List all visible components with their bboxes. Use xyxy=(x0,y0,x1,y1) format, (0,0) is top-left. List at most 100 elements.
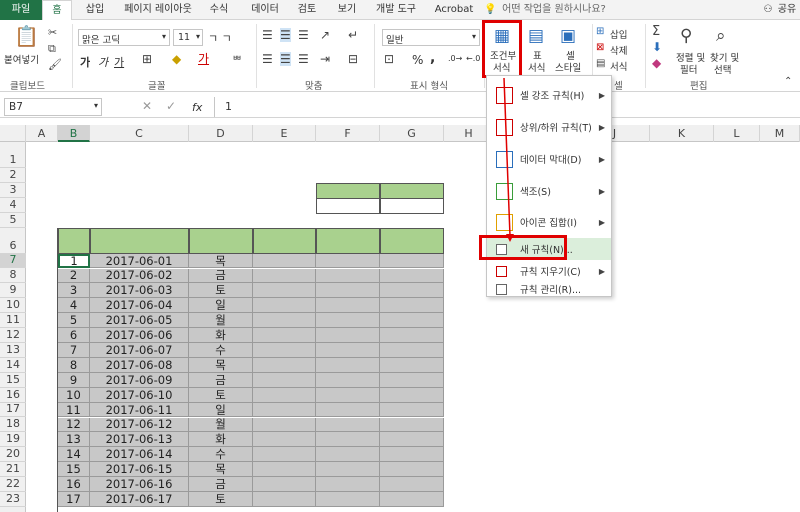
table-cell[interactable] xyxy=(253,283,316,299)
align-center-icon[interactable]: ☰ xyxy=(280,52,291,66)
border-icon[interactable]: ⊞ xyxy=(142,52,152,66)
table-cell[interactable] xyxy=(380,462,444,478)
table-cell[interactable] xyxy=(380,268,444,284)
grow-font-button[interactable]: ㄱ ㄱ xyxy=(208,30,232,46)
tab-file[interactable]: 파일 xyxy=(0,0,42,20)
table-cell[interactable]: 월 xyxy=(189,313,253,329)
table-cell[interactable] xyxy=(253,253,316,269)
fill-icon[interactable]: ⬇ xyxy=(652,40,662,54)
conditional-formatting-button[interactable] xyxy=(482,20,522,78)
table-cell[interactable] xyxy=(316,372,380,388)
table-cell[interactable] xyxy=(380,417,444,433)
table-cell[interactable]: 2 xyxy=(58,268,90,284)
table-cell[interactable]: 13 xyxy=(58,432,90,448)
row-header-17[interactable]: 17 xyxy=(0,402,26,418)
tab-acrobat[interactable]: Acrobat xyxy=(430,0,478,20)
bold-button[interactable]: 가 xyxy=(80,54,90,70)
table-cell[interactable] xyxy=(380,387,444,403)
column-header-g[interactable]: G xyxy=(380,125,444,142)
share-button[interactable]: 공유 xyxy=(776,0,798,20)
table-cell[interactable] xyxy=(316,253,380,269)
delete-cells-button[interactable]: 삭제 xyxy=(610,43,627,57)
tab-home[interactable]: 홈 xyxy=(42,0,72,21)
row-header-6[interactable]: 6 xyxy=(0,228,26,254)
row-header-18[interactable]: 18 xyxy=(0,417,26,433)
column-header-b[interactable]: B xyxy=(58,125,90,142)
currency-icon[interactable]: ⊡ xyxy=(384,52,394,66)
table-cell[interactable] xyxy=(380,343,444,358)
row-header-5[interactable]: 5 xyxy=(0,213,26,228)
table-cell[interactable] xyxy=(380,477,444,492)
align-bottom-icon[interactable]: ☰ xyxy=(298,28,309,42)
table-cell[interactable]: 8 xyxy=(58,358,90,373)
tell-me-search[interactable]: 어떤 작업을 원하시나요? xyxy=(498,0,610,20)
table-cell[interactable]: 2017-06-08 xyxy=(90,358,189,373)
collapse-ribbon-icon[interactable]: ⌃ xyxy=(784,76,792,87)
comma-button[interactable]: , xyxy=(430,50,435,66)
table-cell[interactable] xyxy=(253,343,316,358)
cut-icon[interactable]: ✂ xyxy=(48,26,57,39)
row-header-11[interactable]: 11 xyxy=(0,313,26,329)
table-cell[interactable] xyxy=(316,402,380,418)
table-cell[interactable] xyxy=(380,253,444,269)
tab-view[interactable]: 보기 xyxy=(332,0,362,20)
table-cell[interactable] xyxy=(316,477,380,492)
table-cell[interactable] xyxy=(380,492,444,507)
column-header-c[interactable]: C xyxy=(90,125,189,142)
table-cell[interactable] xyxy=(380,432,444,448)
row-header-4[interactable]: 4 xyxy=(0,198,26,213)
table-cell[interactable] xyxy=(380,402,444,418)
table-cell[interactable] xyxy=(316,462,380,478)
table-cell[interactable]: 2017-06-10 xyxy=(90,388,189,403)
table-cell[interactable] xyxy=(253,447,316,463)
column-header-a[interactable]: A xyxy=(26,125,58,142)
cancel-entry-icon[interactable]: ✕ xyxy=(142,99,152,113)
table-cell[interactable]: 1 xyxy=(58,253,90,269)
table-cell[interactable] xyxy=(253,432,316,448)
table-cell[interactable] xyxy=(380,328,444,343)
table-cell[interactable]: 7 xyxy=(58,343,90,358)
tab-review[interactable]: 검토 xyxy=(292,0,322,20)
table-cell[interactable]: 2017-06-02 xyxy=(90,268,189,284)
table-cell[interactable] xyxy=(380,283,444,299)
phonetic-icon[interactable]: ᄈ xyxy=(232,52,242,68)
align-middle-icon[interactable]: ☰ xyxy=(280,28,291,42)
table-cell[interactable] xyxy=(316,268,380,284)
tab-developer[interactable]: 개발 도구 xyxy=(370,0,422,20)
table-cell[interactable] xyxy=(380,313,444,329)
table-cell[interactable]: 4 xyxy=(58,298,90,314)
table-cell[interactable]: 12 xyxy=(58,417,90,433)
table-cell[interactable]: 목 xyxy=(189,254,253,269)
table-cell[interactable]: 2017-06-09 xyxy=(90,373,189,388)
copy-icon[interactable]: ⧉ xyxy=(48,42,56,56)
row-header-20[interactable]: 20 xyxy=(0,447,26,463)
table-cell[interactable]: 2017-06-12 xyxy=(90,417,189,433)
indent-icon[interactable]: ⇥ xyxy=(320,52,330,66)
table-cell[interactable] xyxy=(253,372,316,388)
table-cell[interactable]: 2017-06-04 xyxy=(90,298,189,314)
column-header-m[interactable]: M xyxy=(760,125,800,142)
table-cell[interactable] xyxy=(316,328,380,343)
confirm-entry-icon[interactable]: ✓ xyxy=(166,99,176,113)
tab-page-layout[interactable]: 페이지 레이아웃 xyxy=(118,0,198,20)
table-cell[interactable]: 토 xyxy=(189,388,253,403)
row-header-15[interactable]: 15 xyxy=(0,373,26,388)
table-cell[interactable] xyxy=(316,298,380,314)
table-cell[interactable] xyxy=(253,492,316,507)
table-cell[interactable]: 금 xyxy=(189,477,253,492)
format-cells-button[interactable]: 서식 xyxy=(610,59,627,73)
table-cell[interactable]: 6 xyxy=(58,328,90,343)
number-format-select[interactable]: 일반 ▾ xyxy=(382,29,480,46)
row-header-14[interactable]: 14 xyxy=(0,358,26,373)
table-cell[interactable]: 토 xyxy=(189,492,253,507)
underline-button[interactable]: 가 xyxy=(114,54,124,70)
menu-item-6[interactable]: 규칙 지우기(C) ▶ xyxy=(487,262,611,280)
row-header-3[interactable]: 3 xyxy=(0,183,26,198)
column-header-e[interactable]: E xyxy=(253,125,316,142)
table-cell[interactable]: 2017-06-14 xyxy=(90,447,189,463)
table-cell[interactable]: 2017-06-15 xyxy=(90,462,189,478)
row-header-1[interactable]: 1 xyxy=(0,142,26,168)
table-cell[interactable] xyxy=(316,357,380,373)
row-header-9[interactable]: 9 xyxy=(0,283,26,299)
font-size-select[interactable]: 11 ▾ xyxy=(173,29,203,46)
